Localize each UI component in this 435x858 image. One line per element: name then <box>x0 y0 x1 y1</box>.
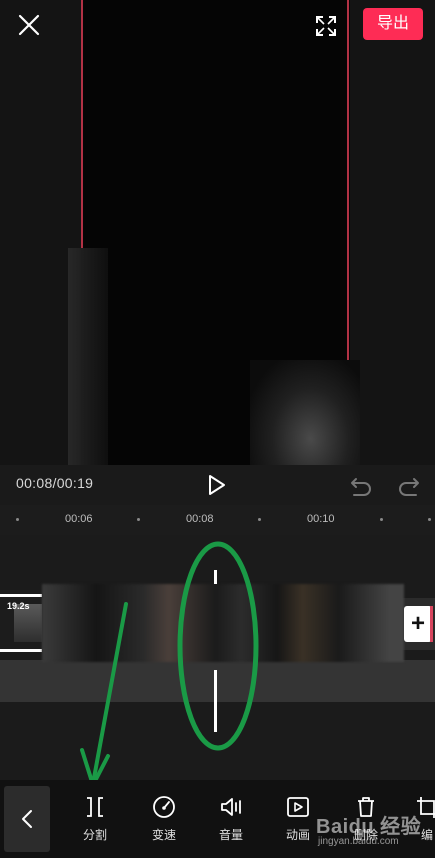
add-clip-button[interactable]: + <box>404 606 432 642</box>
animation-icon <box>287 797 309 817</box>
ruler-tick <box>380 518 383 521</box>
ruler-label: 00:06 <box>65 513 93 525</box>
tool-label: 音量 <box>218 828 243 842</box>
watermark-logo: Baidu 经验 <box>316 816 422 838</box>
ruler-label: 00:08 <box>186 513 214 525</box>
redo-button[interactable] <box>396 472 422 498</box>
ruler-label: 00:10 <box>307 513 335 525</box>
redo-icon <box>399 478 419 496</box>
undo-button[interactable] <box>348 472 374 498</box>
ruler-tick <box>16 518 19 521</box>
fullscreen-button[interactable] <box>312 12 340 40</box>
frame-border-left <box>81 0 83 248</box>
ruler-tick <box>428 518 431 521</box>
annotation-ellipse <box>177 541 259 751</box>
speed-button[interactable]: 变速 <box>138 790 190 850</box>
tool-label: 动画 <box>285 828 310 842</box>
play-button[interactable] <box>203 472 229 498</box>
clip-duration: 19.2s <box>7 601 30 611</box>
watermark-url: jingyan.baidu.com <box>318 836 399 847</box>
add-clip-edge <box>430 606 433 642</box>
play-icon <box>209 475 225 495</box>
speed-icon <box>153 796 175 818</box>
fullscreen-icon <box>316 16 336 36</box>
close-icon <box>18 14 40 36</box>
blurred-region <box>68 248 108 465</box>
ruler-tick <box>258 518 261 521</box>
split-icon <box>87 797 103 817</box>
blurred-region <box>250 360 360 465</box>
ruler-tick <box>137 518 140 521</box>
volume-button[interactable]: 音量 <box>205 790 257 850</box>
export-button[interactable]: 导出 <box>363 8 423 40</box>
close-button[interactable] <box>14 10 44 40</box>
undo-icon <box>351 478 371 496</box>
split-button[interactable]: 分割 <box>69 790 121 850</box>
back-button[interactable] <box>4 786 50 852</box>
tool-label: 分割 <box>82 828 107 842</box>
time-display: 00:08/00:19 <box>16 475 94 491</box>
annotation-arrow <box>80 602 128 787</box>
frame-border-right <box>347 0 349 362</box>
tool-label: 变速 <box>151 828 176 842</box>
volume-icon <box>221 798 241 816</box>
chevron-left-icon <box>22 810 32 828</box>
